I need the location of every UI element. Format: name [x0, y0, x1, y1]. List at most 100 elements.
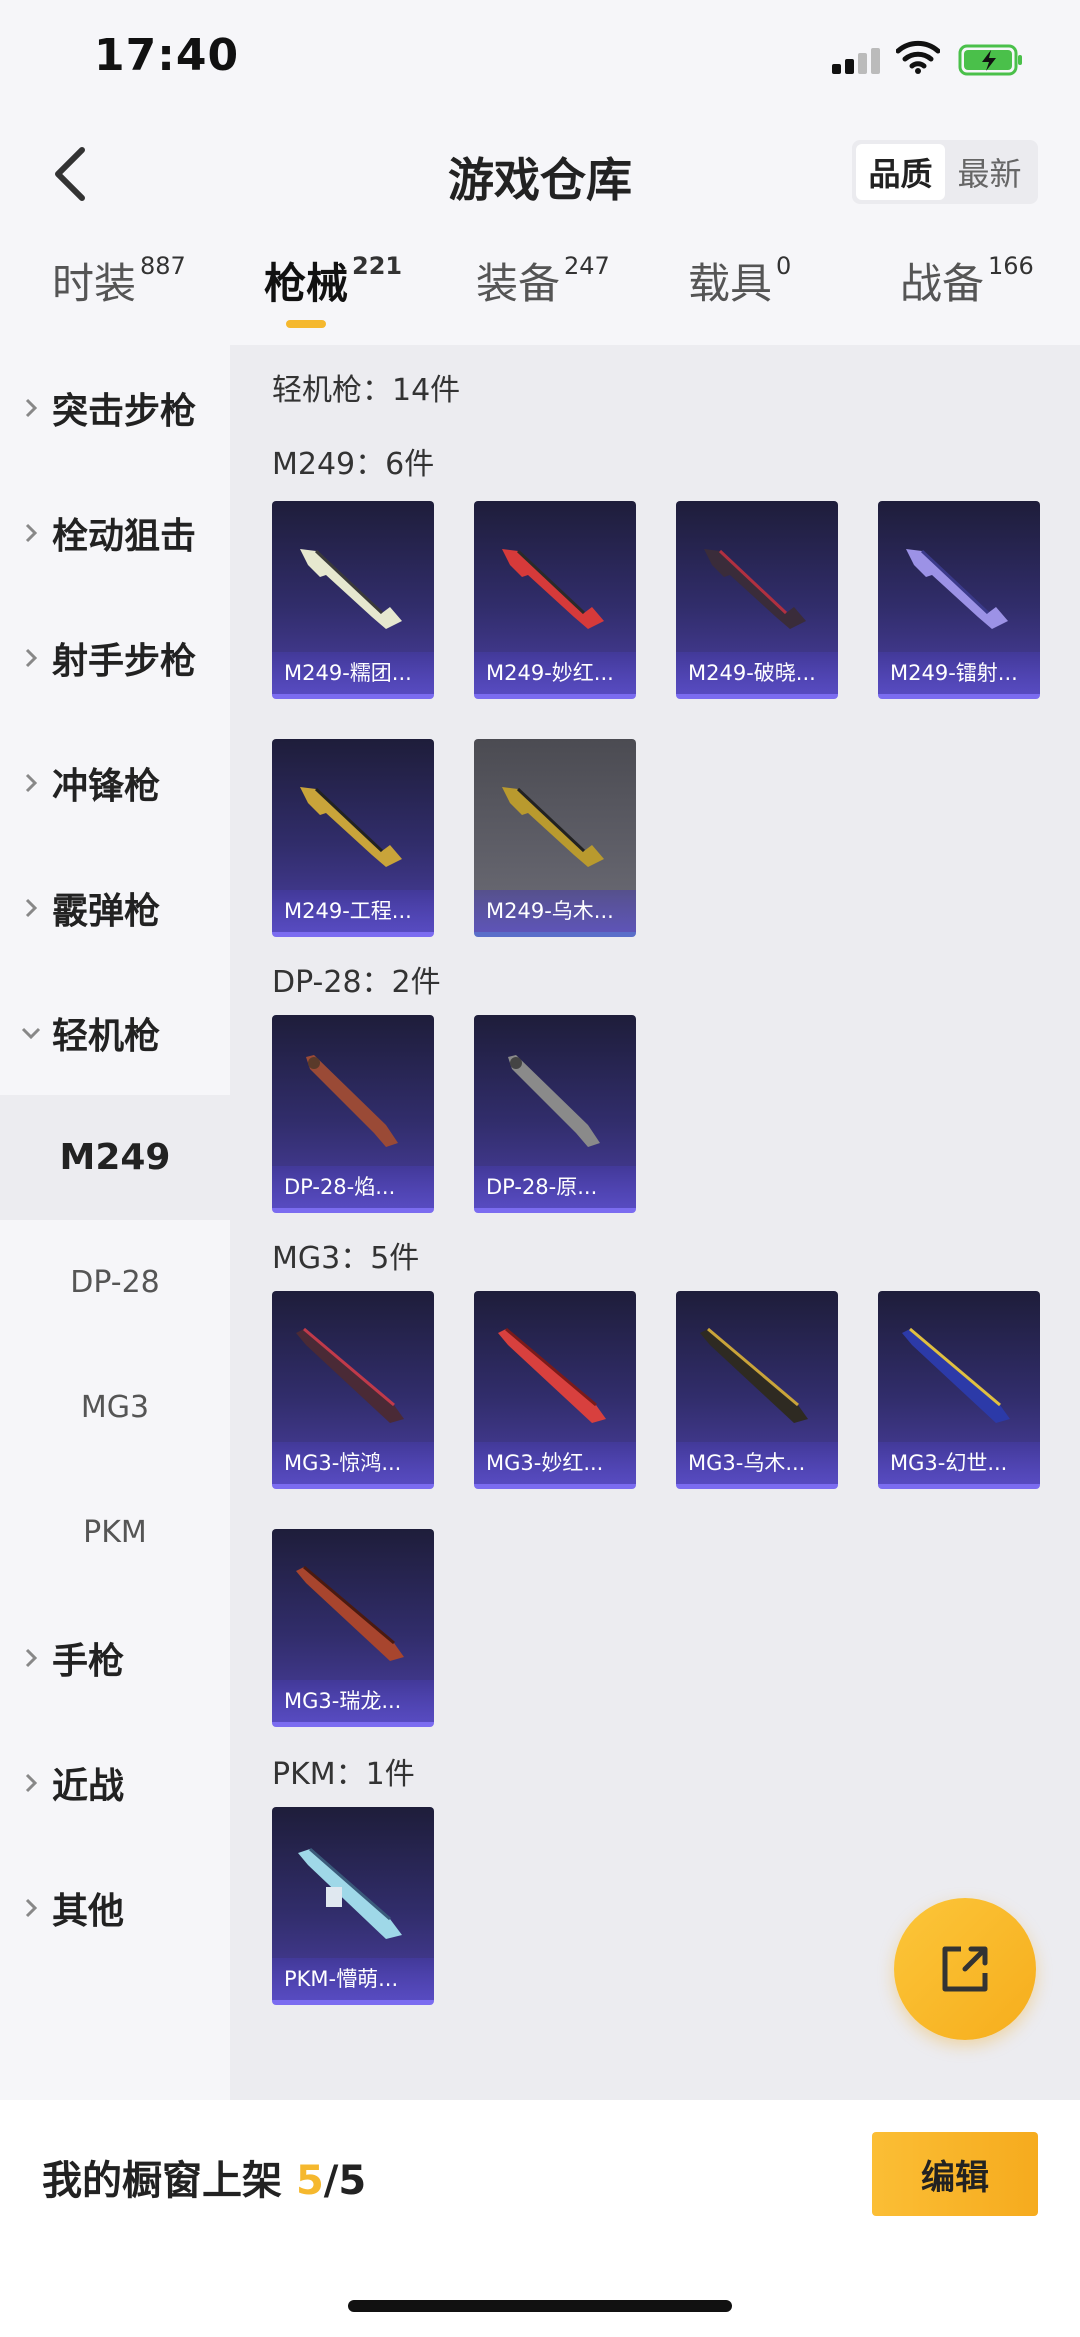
- sidebar-sub-m249[interactable]: M249: [0, 1095, 230, 1220]
- item-name: M249-镭射...: [878, 652, 1040, 694]
- chevron-right-icon: [20, 393, 42, 423]
- tab-gear[interactable]: 战备 166: [900, 250, 1034, 311]
- chevron-down-icon: [20, 1018, 42, 1048]
- item-card[interactable]: DP-28-原...: [474, 1015, 636, 1213]
- sidebar-item-assault-rifle[interactable]: 突击步枪: [0, 345, 230, 470]
- sidebar: 突击步枪 栓动狙击 射手步枪 冲锋枪 霰弹枪 轻机枪 M249 DP-28 MG…: [0, 345, 230, 2100]
- item-card[interactable]: M249-糯团...: [272, 501, 434, 699]
- showcase-total: /5: [323, 2158, 367, 2204]
- sidebar-item-bolt-sniper[interactable]: 栓动狙击: [0, 470, 230, 595]
- sidebar-item-pistol[interactable]: 手枪: [0, 1595, 230, 1720]
- tab-weapons[interactable]: 枪械 221: [264, 250, 402, 311]
- weapon-skin-icon: [498, 1327, 606, 1423]
- item-name: M249-工程...: [272, 890, 434, 932]
- sidebar-sub-dp28[interactable]: DP-28: [0, 1220, 230, 1345]
- sidebar-item-lmg[interactable]: 轻机枪: [0, 970, 230, 1095]
- item-card[interactable]: MG3-乌木...: [676, 1291, 838, 1489]
- weapon-skin-icon: [300, 549, 402, 629]
- tab-label: 装备: [476, 259, 561, 308]
- chevron-right-icon: [20, 768, 42, 798]
- item-name: DP-28-原...: [474, 1166, 636, 1208]
- tab-label: 枪械: [264, 259, 349, 308]
- group-title: PKM：1件: [272, 1757, 415, 1792]
- item-card[interactable]: M249-破晓...: [676, 501, 838, 699]
- sidebar-item-label: 其他: [52, 1890, 125, 1932]
- status-time: 17:40: [94, 30, 240, 81]
- tab-count: 887: [140, 252, 186, 280]
- item-name: MG3-幻世...: [878, 1442, 1040, 1484]
- weapon-skin-icon: [902, 1327, 1010, 1423]
- weapon-skin-icon: [296, 1565, 404, 1661]
- item-card[interactable]: M249-镭射...: [878, 501, 1040, 699]
- item-card[interactable]: MG3-幻世...: [878, 1291, 1040, 1489]
- chevron-right-icon: [20, 643, 42, 673]
- sidebar-item-smg[interactable]: 冲锋枪: [0, 720, 230, 845]
- home-indicator[interactable]: [348, 2300, 732, 2312]
- edit-button[interactable]: 编辑: [872, 2132, 1038, 2216]
- sidebar-item-label: 冲锋枪: [52, 765, 161, 807]
- sort-option-quality[interactable]: 品质: [856, 144, 945, 200]
- sidebar-item-shotgun[interactable]: 霰弹枪: [0, 845, 230, 970]
- item-name: DP-28-焰...: [272, 1166, 434, 1208]
- tab-fashion[interactable]: 时装 887: [52, 250, 186, 311]
- chevron-right-icon: [20, 893, 42, 923]
- sidebar-item-label: 轻机枪: [52, 1015, 161, 1057]
- weapon-skin-icon: [296, 1327, 404, 1423]
- sidebar-sub-pkm[interactable]: PKM: [0, 1470, 230, 1595]
- item-name: M249-妙红...: [474, 652, 636, 694]
- item-name: M249-破晓...: [676, 652, 838, 694]
- item-name: MG3-乌木...: [676, 1442, 838, 1484]
- weapon-skin-icon: [306, 1055, 398, 1147]
- item-card[interactable]: PKM-懵萌...: [272, 1807, 434, 2005]
- chevron-right-icon: [20, 1643, 42, 1673]
- sidebar-item-label: 近战: [52, 1765, 125, 1807]
- category-tabs: 时装 887 枪械 221 装备 247 载具 0 战备 166: [0, 250, 1080, 340]
- chevron-right-icon: [20, 1768, 42, 1798]
- item-name: PKM-懵萌...: [272, 1958, 434, 2000]
- item-card[interactable]: M249-乌木...: [474, 739, 636, 937]
- weapon-skin-icon: [906, 549, 1008, 629]
- tab-label: 战备: [900, 259, 985, 308]
- showcase-label: 我的橱窗上架: [42, 2158, 282, 2204]
- sidebar-item-marksman-rifle[interactable]: 射手步枪: [0, 595, 230, 720]
- weapon-skin-icon: [700, 1327, 808, 1423]
- item-name: MG3-惊鸿...: [272, 1442, 434, 1484]
- tab-equipment[interactable]: 装备 247: [476, 250, 610, 311]
- status-bar: 17:40: [0, 0, 1080, 120]
- item-card[interactable]: M249-工程...: [272, 739, 434, 937]
- item-card[interactable]: M249-妙红...: [474, 501, 636, 699]
- weapon-skin-icon: [704, 549, 806, 629]
- tab-label: 时装: [52, 259, 137, 308]
- item-card[interactable]: DP-28-焰...: [272, 1015, 434, 1213]
- active-tab-indicator: [286, 320, 326, 328]
- tab-vehicles[interactable]: 载具 0: [688, 250, 791, 311]
- tab-count: 166: [988, 252, 1034, 280]
- item-name: M249-糯团...: [272, 652, 434, 694]
- sort-option-newest[interactable]: 最新: [945, 144, 1034, 200]
- tab-count: 221: [352, 252, 403, 280]
- group-title: M249：6件: [272, 447, 435, 482]
- weapon-skin-icon: [508, 1055, 600, 1147]
- weapon-skin-icon: [300, 787, 402, 867]
- item-name: M249-乌木...: [474, 890, 636, 932]
- group-title: DP-28：2件: [272, 965, 441, 1000]
- signal-icon: [832, 48, 882, 74]
- sidebar-item-label: 射手步枪: [52, 640, 197, 682]
- weapon-skin-icon: [298, 1847, 402, 1939]
- weapon-skin-icon: [502, 549, 604, 629]
- item-card[interactable]: MG3-妙红...: [474, 1291, 636, 1489]
- showcase-status: 我的橱窗上架 5/5: [42, 2148, 366, 2206]
- item-grid: 轻机枪：14件 M249：6件 M249-糯团... M249-妙红... M2…: [230, 345, 1080, 2100]
- share-button[interactable]: [894, 1898, 1036, 2040]
- item-name: MG3-妙红...: [474, 1442, 636, 1484]
- sidebar-item-other[interactable]: 其他: [0, 1845, 230, 1970]
- sidebar-item-label: 手枪: [52, 1640, 125, 1682]
- showcase-current: 5: [295, 2158, 324, 2204]
- sidebar-item-melee[interactable]: 近战: [0, 1720, 230, 1845]
- sidebar-sub-mg3[interactable]: MG3: [0, 1345, 230, 1470]
- header: 游戏仓库 品质 最新: [0, 120, 1080, 230]
- tab-count: 247: [564, 252, 610, 280]
- sidebar-item-label: 突击步枪: [52, 390, 197, 432]
- item-card[interactable]: MG3-惊鸿...: [272, 1291, 434, 1489]
- item-card[interactable]: MG3-瑞龙...: [272, 1529, 434, 1727]
